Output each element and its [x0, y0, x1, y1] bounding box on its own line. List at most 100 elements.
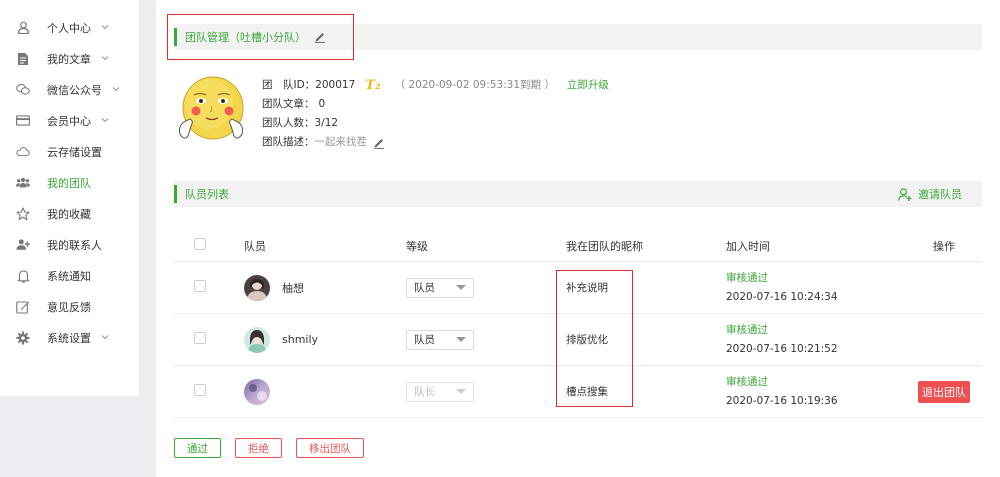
sidebar-item-member-center[interactable]: 会员中心	[0, 105, 139, 136]
team-members-label: 团队人数：	[262, 117, 315, 129]
section-accent	[174, 28, 177, 46]
level-select[interactable]: 队员	[406, 277, 474, 298]
team-desc-label: 团队描述：	[262, 136, 315, 148]
chevron-down-icon	[101, 116, 109, 125]
level-select[interactable]: 队员	[406, 329, 474, 350]
reject-button[interactable]: 拒绝	[235, 438, 282, 458]
invite-member-label: 邀请队员	[918, 188, 962, 201]
approve-button[interactable]: 通过	[174, 438, 221, 458]
tier-badge-icon: T₂	[365, 78, 381, 93]
member-nickname: 补充说明	[566, 282, 608, 294]
sidebar-item-my-team[interactable]: 我的团队	[0, 167, 139, 198]
column-header-actions: 操作	[933, 239, 955, 253]
dropdown-arrow-icon	[456, 337, 466, 342]
dropdown-arrow-icon	[456, 285, 466, 290]
document-icon	[16, 52, 30, 66]
remove-from-team-button[interactable]: 移出团队	[296, 438, 364, 458]
review-status: 审核通过	[726, 375, 768, 388]
team-desc-value: 一起来找茬	[314, 136, 368, 148]
table-row: 队长 槽点搜集 审核通过 2020-07-16 10:19:36 退出团队	[174, 366, 982, 418]
member-nickname: 槽点搜集	[566, 386, 608, 398]
team-members-value: 3/12	[314, 117, 339, 129]
sidebar-item-label: 云存储设置	[47, 145, 102, 159]
team-avatar	[176, 74, 246, 148]
bulk-actions: 通过 拒绝 移出团队	[174, 438, 364, 458]
select-all-checkbox[interactable]	[194, 238, 206, 250]
sidebar-item-settings[interactable]: 系统设置	[0, 322, 139, 353]
sidebar-item-personal-center[interactable]: 个人中心	[0, 12, 139, 43]
team-info: 团 队ID： 200017 T₂ （ 2020-09-02 09:53:31到期…	[262, 76, 609, 152]
review-status: 审核通过	[726, 271, 768, 284]
member-name: shmily	[282, 333, 319, 346]
sidebar-item-favorites[interactable]: 我的收藏	[0, 198, 139, 229]
dropdown-arrow-icon	[456, 389, 466, 394]
joined-time: 2020-07-16 10:19:36	[726, 394, 838, 407]
sidebar-item-cloud-storage[interactable]: 云存储设置	[0, 136, 139, 167]
invite-user-icon	[898, 187, 912, 201]
members-table: 队员 等级 我在团队的昵称 加入时间 操作 柚想 队员 补充说明 审核通过 20…	[174, 230, 982, 418]
section-accent	[174, 185, 177, 203]
sidebar-item-label: 会员中心	[47, 114, 91, 128]
wechat-icon	[16, 83, 30, 97]
sidebar-item-label: 我的文章	[47, 52, 91, 66]
table-row: 柚想 队员 补充说明 审核通过 2020-07-16 10:24:34	[174, 262, 982, 314]
column-header-joined: 加入时间	[726, 239, 770, 253]
sidebar-item-notifications[interactable]: 系统通知	[0, 260, 139, 291]
main-panel: 团队管理（吐槽小分队） 团 队ID： 200017 T₂ （ 2020-09-0…	[156, 0, 1000, 477]
edit-desc-icon[interactable]	[373, 137, 385, 149]
sidebar-item-contacts[interactable]: 我的联系人	[0, 229, 139, 260]
team-articles-row: 团队文章： 0	[262, 95, 609, 114]
chevron-down-icon	[112, 85, 120, 94]
row-checkbox[interactable]	[194, 332, 206, 344]
column-header-level: 等级	[406, 239, 428, 253]
edit-team-name-icon[interactable]	[314, 31, 326, 43]
bell-icon	[16, 269, 30, 283]
feedback-icon	[16, 300, 30, 314]
team-icon	[16, 176, 30, 190]
sidebar-item-label: 微信公众号	[47, 83, 102, 97]
team-id-row: 团 队ID： 200017 T₂ （ 2020-09-02 09:53:31到期…	[262, 76, 609, 95]
upgrade-link[interactable]: 立即升级	[567, 76, 609, 95]
sidebar-item-label: 我的团队	[47, 176, 91, 190]
sidebar-item-wechat[interactable]: 微信公众号	[0, 74, 139, 105]
team-articles-value: 0	[318, 98, 326, 110]
sidebar-item-label: 意见反馈	[47, 300, 91, 314]
level-select-value: 队员	[414, 282, 435, 294]
quit-team-button[interactable]: 退出团队	[918, 380, 970, 403]
sidebar: 个人中心 我的文章 微信公众号 会员中心 云存储设置 我的团队 我的收藏 我的联…	[0, 0, 139, 396]
gear-icon	[16, 331, 30, 345]
team-id-value: 200017	[315, 79, 356, 91]
add-contact-icon	[16, 238, 30, 252]
chevron-down-icon	[101, 23, 109, 32]
members-section-title: 队员列表	[185, 188, 229, 201]
joined-time: 2020-07-16 10:24:34	[726, 290, 838, 303]
team-members-row: 团队人数： 3/12	[262, 114, 609, 133]
sidebar-item-label: 我的联系人	[47, 238, 102, 252]
sidebar-item-label: 系统通知	[47, 269, 91, 283]
user-icon	[16, 21, 30, 35]
team-header-bar: 团队管理（吐槽小分队）	[174, 24, 982, 50]
level-select: 队长	[406, 381, 474, 402]
sidebar-item-feedback[interactable]: 意见反馈	[0, 291, 139, 322]
table-header: 队员 等级 我在团队的昵称 加入时间 操作	[174, 230, 982, 262]
team-id-label: 团 队ID：	[262, 79, 316, 91]
review-status: 审核通过	[726, 323, 768, 336]
joined-time: 2020-07-16 10:21:52	[726, 342, 838, 355]
invite-member-button[interactable]: 邀请队员	[898, 186, 962, 202]
avatar	[244, 274, 270, 301]
column-header-member: 队员	[244, 239, 266, 253]
star-icon	[16, 206, 30, 221]
sidebar-item-label: 我的收藏	[47, 207, 91, 221]
chevron-down-icon	[101, 54, 109, 63]
column-header-nickname: 我在团队的昵称	[566, 239, 643, 253]
team-desc-row: 团队描述： 一起来找茬	[262, 133, 609, 152]
team-articles-label: 团队文章：	[262, 98, 315, 110]
sidebar-item-my-articles[interactable]: 我的文章	[0, 43, 139, 74]
avatar	[244, 326, 270, 353]
members-section-bar: 队员列表	[174, 181, 982, 207]
row-checkbox[interactable]	[194, 384, 206, 396]
team-expire-date: （ 2020-09-02 09:53:31到期 ）	[394, 79, 555, 91]
row-checkbox[interactable]	[194, 280, 206, 292]
sidebar-item-label: 系统设置	[47, 331, 91, 345]
member-nickname: 排版优化	[566, 334, 608, 346]
